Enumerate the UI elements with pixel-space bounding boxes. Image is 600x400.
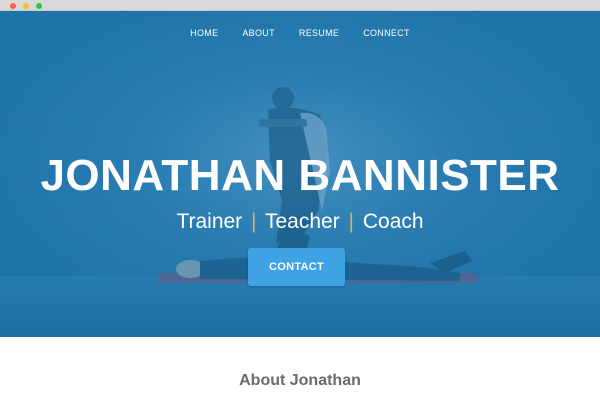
subtitle-separator: | <box>251 210 257 233</box>
contact-button[interactable]: CONTACT <box>248 248 345 286</box>
maximize-window-icon[interactable] <box>36 3 42 9</box>
nav-connect-link[interactable]: CONNECT <box>351 28 422 38</box>
nav-resume-link[interactable]: RESUME <box>287 28 351 38</box>
subtitle-separator: | <box>348 210 354 233</box>
nav-home-link[interactable]: HOME <box>178 28 230 38</box>
about-section-heading: About Jonathan <box>239 372 361 389</box>
close-window-icon[interactable] <box>10 3 16 9</box>
subtitle-coach: Coach <box>362 210 424 233</box>
minimize-window-icon[interactable] <box>23 3 29 9</box>
subtitle-teacher: Teacher <box>264 210 340 233</box>
subtitle-trainer: Trainer <box>176 210 243 233</box>
hero-subtitle: Trainer | Teacher | Coach <box>0 210 600 234</box>
hero-section: HOME ABOUT RESUME CONNECT JONATHAN BANNI… <box>0 11 600 337</box>
nav-about-link[interactable]: ABOUT <box>230 28 287 38</box>
hero-title: JONATHAN BANNISTER <box>40 151 560 200</box>
main-navigation: HOME ABOUT RESUME CONNECT <box>0 28 600 38</box>
browser-titlebar <box>0 0 600 11</box>
